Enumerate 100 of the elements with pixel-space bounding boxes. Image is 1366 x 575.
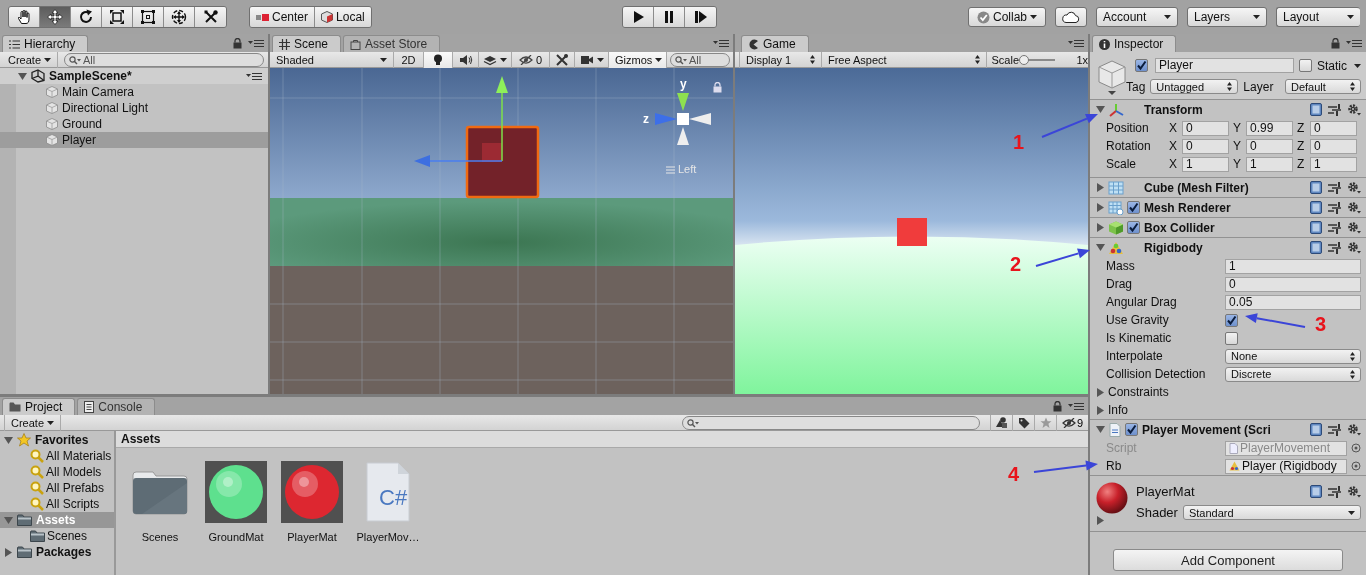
dropdown[interactable]: None — [1225, 348, 1361, 364]
help-icon[interactable] — [1310, 201, 1322, 214]
preset-icon[interactable] — [1328, 241, 1341, 254]
tab[interactable]: Project — [2, 398, 76, 415]
foldout-arrow-icon[interactable] — [4, 515, 13, 525]
asset-name[interactable]: PlayerMat — [287, 531, 337, 543]
foldout-label[interactable]: Info — [1108, 403, 1128, 417]
panel-tab[interactable]: Inspector — [1092, 35, 1177, 52]
gear-icon[interactable] — [1347, 103, 1361, 116]
foldout-arrow-icon[interactable] — [18, 71, 27, 81]
preset-icon[interactable] — [1328, 221, 1341, 234]
pause-button[interactable] — [654, 7, 686, 27]
shading-dropdown[interactable]: Shaded — [270, 51, 394, 68]
cloud-button[interactable] — [1055, 7, 1087, 27]
lock-icon[interactable] — [713, 82, 722, 93]
tab[interactable]: Asset Store — [343, 35, 441, 52]
foldout-arrow-icon[interactable] — [1096, 516, 1105, 525]
search-field[interactable]: All — [64, 52, 264, 67]
add-component-button[interactable]: Add Component — [1113, 549, 1343, 571]
number-field[interactable]: 0.05 — [1225, 294, 1361, 310]
number-field[interactable]: 0 — [1246, 138, 1293, 154]
tree-item[interactable]: Scenes — [0, 528, 114, 544]
custom-tool-button[interactable] — [195, 7, 226, 27]
menu-icon[interactable] — [1346, 38, 1362, 48]
create-dropdown[interactable]: Create — [0, 51, 59, 68]
collab-button[interactable]: Collab — [968, 7, 1046, 27]
transform-tool-button[interactable] — [164, 7, 195, 27]
tab[interactable]: Scene — [272, 35, 342, 52]
pivot-toggle-group[interactable]: Center Local — [249, 6, 372, 28]
search-field[interactable] — [682, 415, 980, 430]
help-icon[interactable] — [1310, 103, 1322, 116]
hierarchy-item[interactable]: Ground — [0, 116, 268, 132]
number-field[interactable]: 0.99 — [1246, 120, 1293, 136]
asset-name[interactable]: Scenes — [141, 531, 179, 543]
tree-item[interactable]: All Prefabs — [0, 480, 114, 496]
shader-dropdown[interactable]: Standard — [1182, 505, 1361, 520]
lock-icon[interactable] — [233, 37, 242, 49]
help-icon[interactable] — [1310, 181, 1322, 194]
gear-icon[interactable] — [1347, 241, 1361, 254]
checkbox[interactable] — [1225, 313, 1238, 327]
foldout-arrow-icon[interactable] — [1096, 105, 1105, 114]
tree-item[interactable]: All Scripts — [0, 496, 114, 512]
checkbox[interactable] — [1127, 201, 1140, 214]
number-field[interactable]: 0 — [1182, 138, 1229, 154]
playback-controls[interactable] — [622, 6, 718, 28]
gear-icon[interactable] — [1347, 423, 1361, 436]
layers-dropdown[interactable]: Layers — [1187, 7, 1267, 27]
aspect-dropdown[interactable]: Free Aspect — [821, 51, 987, 68]
foldout-arrow-icon[interactable] — [1096, 183, 1105, 192]
number-field[interactable]: 1 — [1182, 156, 1229, 172]
move-tool-button[interactable] — [40, 7, 71, 27]
layout-dropdown[interactable]: Layout — [1276, 7, 1360, 27]
play-button[interactable] — [623, 7, 655, 27]
checkbox[interactable] — [1127, 221, 1140, 234]
slider-thumb[interactable] — [1019, 54, 1030, 65]
hierarchy-item[interactable]: Main Camera — [0, 84, 268, 100]
step-button[interactable] — [685, 7, 717, 27]
foldout-arrow-icon[interactable] — [1096, 223, 1105, 232]
scene-item[interactable]: SampleScene* — [0, 68, 268, 84]
tree-item[interactable]: All Models — [0, 464, 114, 480]
lock-icon[interactable] — [1053, 400, 1062, 412]
center-pivot-button[interactable]: Center — [250, 7, 316, 27]
foldout-arrow-icon[interactable] — [1096, 387, 1105, 397]
preset-icon[interactable] — [1328, 423, 1341, 436]
tree-item[interactable]: Favorites — [0, 432, 114, 448]
menu-icon[interactable] — [246, 71, 262, 81]
number-field[interactable]: 0 — [1310, 138, 1357, 154]
scale-tool-button[interactable] — [102, 7, 133, 27]
local-pivot-button[interactable]: Local — [315, 7, 371, 27]
preset-icon[interactable] — [1328, 485, 1341, 498]
gear-icon[interactable] — [1347, 181, 1361, 194]
tool-selector[interactable] — [8, 6, 227, 28]
checkbox[interactable] — [1125, 423, 1138, 436]
material-thumbnail[interactable] — [281, 461, 343, 523]
hierarchy-item[interactable]: Directional Light — [0, 100, 268, 116]
foldout-label[interactable]: Constraints — [1108, 385, 1169, 399]
help-icon[interactable] — [1310, 485, 1322, 498]
asset-name[interactable]: PlayerMov… — [356, 531, 420, 543]
menu-icon[interactable] — [1068, 401, 1084, 411]
tree-item[interactable]: Packages — [0, 544, 114, 560]
menu-icon[interactable] — [713, 38, 729, 48]
preset-icon[interactable] — [1328, 103, 1341, 116]
create-dropdown[interactable]: Create — [4, 414, 62, 431]
account-dropdown[interactable]: Account — [1096, 7, 1178, 27]
display-dropdown[interactable]: Display 1 — [739, 51, 822, 68]
hand-tool-button[interactable] — [9, 7, 40, 27]
preset-icon[interactable] — [1328, 181, 1341, 194]
number-field[interactable]: 0 — [1182, 120, 1229, 136]
panel-tab[interactable]: Hierarchy — [2, 35, 89, 52]
tree-item[interactable]: All Materials — [0, 448, 114, 464]
help-icon[interactable] — [1310, 241, 1322, 254]
rect-tool-button[interactable] — [133, 7, 164, 27]
number-field[interactable]: 0 — [1225, 276, 1361, 292]
hidden-packages-toggle[interactable]: 9 — [1056, 414, 1088, 431]
lock-icon[interactable] — [1331, 37, 1340, 49]
foldout-arrow-icon[interactable] — [1096, 243, 1105, 252]
checkbox[interactable] — [1225, 331, 1238, 345]
checkbox[interactable] — [1135, 59, 1148, 72]
help-icon[interactable] — [1310, 221, 1322, 234]
foldout-arrow-icon[interactable] — [4, 547, 13, 557]
